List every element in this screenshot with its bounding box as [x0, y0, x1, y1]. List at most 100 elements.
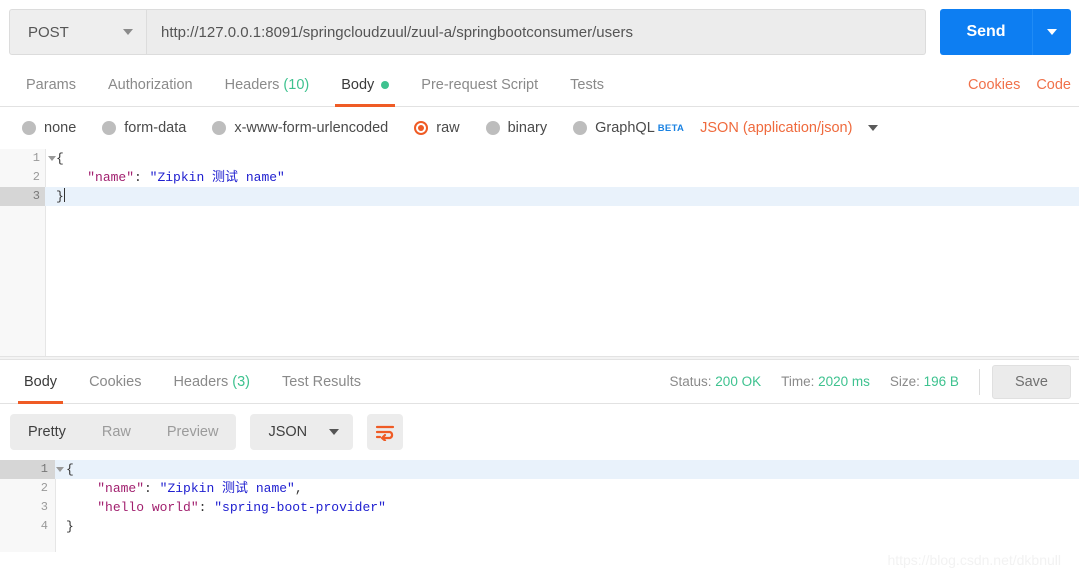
code-text: "name": "Zipkin 测试 name", — [55, 479, 303, 498]
body-type-x-www-form-urlencoded[interactable]: x-www-form-urlencoded — [212, 120, 388, 136]
http-method-value: POST — [28, 23, 69, 41]
json-colon: : — [134, 170, 150, 185]
response-tab-headers[interactable]: Headers (3) — [157, 360, 266, 403]
size-group: Size: 196 B — [890, 374, 959, 389]
body-type-label: binary — [507, 120, 548, 136]
tab-params[interactable]: Params — [10, 64, 92, 106]
line-number: 1 — [0, 149, 56, 168]
code-text: "hello world": "spring-boot-provider" — [55, 498, 386, 517]
code-line: 3 } — [0, 187, 1079, 206]
response-code-line: 3 "hello world": "spring-boot-provider" — [0, 498, 1079, 517]
body-present-dot-icon — [381, 81, 390, 89]
response-tab-cookies[interactable]: Cookies — [73, 360, 157, 403]
radio-icon — [22, 121, 36, 135]
tab-label: Body — [24, 373, 58, 390]
save-response-button[interactable]: Save — [991, 364, 1071, 399]
view-mode-preview[interactable]: Preview — [149, 414, 237, 450]
code-text: } — [55, 517, 74, 536]
json-colon: : — [198, 500, 215, 515]
json-key: "name" — [97, 481, 145, 496]
radio-icon — [485, 121, 500, 135]
line-number-text: 1 — [40, 462, 48, 476]
status-group: Status: 200 OK — [670, 374, 762, 389]
body-type-label: GraphQL — [595, 120, 655, 136]
url-input[interactable]: http://127.0.0.1:8091/springcloudzuul/zu… — [147, 9, 926, 55]
postman-window: POST http://127.0.0.1:8091/springcloudzu… — [0, 0, 1079, 580]
word-wrap-toggle[interactable] — [367, 414, 404, 450]
time-group: Time: 2020 ms — [781, 374, 870, 389]
radio-selected-icon — [414, 121, 429, 135]
status-label: Status: — [669, 374, 712, 389]
body-type-binary[interactable]: binary — [485, 120, 548, 136]
body-type-raw[interactable]: raw — [414, 120, 460, 136]
response-format-select[interactable]: JSON — [250, 414, 354, 450]
divider — [978, 368, 980, 395]
code-text: } — [45, 187, 65, 206]
body-type-label: x-www-form-urlencoded — [234, 120, 389, 136]
request-tabs: Params Authorization Headers (10) Body P… — [0, 64, 1079, 107]
json-brace: { — [66, 462, 74, 477]
content-type-select[interactable]: JSON (application/json) — [700, 120, 852, 136]
text-cursor — [63, 188, 65, 202]
line-number: 3 — [40, 500, 48, 514]
json-value: "spring-boot-provider" — [214, 500, 386, 515]
tab-count: (3) — [232, 373, 250, 390]
tab-label: Cookies — [89, 373, 142, 390]
size-value: 196 B — [923, 374, 959, 389]
code-text: { — [55, 460, 74, 479]
beta-badge: BETA — [657, 122, 685, 134]
tab-headers[interactable]: Headers (10) — [209, 64, 326, 106]
line-number: 1 — [0, 460, 64, 479]
chevron-down-icon — [1047, 29, 1057, 35]
body-type-label: form-data — [124, 120, 187, 136]
line-number: 2 — [32, 170, 40, 184]
code-link[interactable]: Code — [1028, 77, 1079, 93]
url-bar: POST http://127.0.0.1:8091/springcloudzu… — [0, 0, 1079, 64]
line-number: 3 — [0, 187, 45, 206]
tab-authorization[interactable]: Authorization — [92, 64, 209, 106]
tab-count: (10) — [283, 77, 310, 93]
time-label: Time: — [781, 374, 815, 389]
json-value: "Zipkin 测试 name" — [159, 481, 295, 496]
response-tab-test-results[interactable]: Test Results — [266, 360, 377, 403]
body-type-form-data[interactable]: form-data — [102, 120, 186, 136]
response-format-value: JSON — [268, 424, 308, 440]
send-options-button[interactable] — [1032, 9, 1071, 55]
cookies-link[interactable]: Cookies — [960, 77, 1028, 93]
response-code-line: 2 "name": "Zipkin 测试 name", — [0, 479, 1079, 498]
json-brace: { — [56, 151, 64, 166]
tab-pre-request-script[interactable]: Pre-request Script — [405, 64, 554, 106]
view-mode-raw[interactable]: Raw — [84, 414, 149, 450]
code-text: "name": "Zipkin 测试 name" — [45, 168, 285, 187]
json-value: "Zipkin 测试 name" — [149, 170, 285, 185]
response-view-mode-group: Pretty Raw Preview — [10, 414, 237, 450]
request-tabs-actions: Cookies Code — [960, 64, 1079, 106]
tab-label: Test Results — [282, 373, 361, 390]
response-body-editor[interactable]: 1 { 2 "name": "Zipkin 测试 name", 3 "hello… — [0, 460, 1079, 552]
tab-label: Tests — [570, 77, 604, 93]
code-line: 1 { — [0, 149, 1079, 168]
size-label: Size: — [889, 374, 920, 389]
tab-label: Headers — [173, 373, 229, 390]
json-comma: , — [294, 481, 303, 496]
status-value: 200 OK — [715, 374, 762, 389]
response-tab-body[interactable]: Body — [8, 360, 73, 404]
chevron-down-icon[interactable] — [868, 125, 879, 131]
view-mode-pretty[interactable]: Pretty — [10, 414, 84, 450]
response-meta: Status: 200 OK Time: 2020 ms Size: 196 B… — [670, 360, 1071, 403]
json-brace: } — [56, 189, 64, 204]
line-number: 4 — [40, 519, 48, 533]
chevron-down-icon — [123, 29, 133, 35]
tab-tests[interactable]: Tests — [554, 64, 620, 106]
body-type-none[interactable]: none — [22, 120, 76, 136]
json-key: "name" — [87, 170, 135, 185]
request-body-editor[interactable]: 1 { 2 "name": "Zipkin 测试 name" 3 } — [0, 149, 1079, 356]
body-type-label: raw — [436, 120, 460, 136]
tab-body[interactable]: Body — [325, 64, 405, 107]
body-type-label: none — [44, 120, 77, 136]
body-type-graphql[interactable]: GraphQL BETA — [573, 120, 684, 136]
http-method-select[interactable]: POST — [9, 9, 147, 55]
word-wrap-icon — [376, 425, 395, 441]
send-button[interactable]: Send — [940, 9, 1032, 55]
url-text: http://127.0.0.1:8091/springcloudzuul/zu… — [161, 23, 633, 41]
